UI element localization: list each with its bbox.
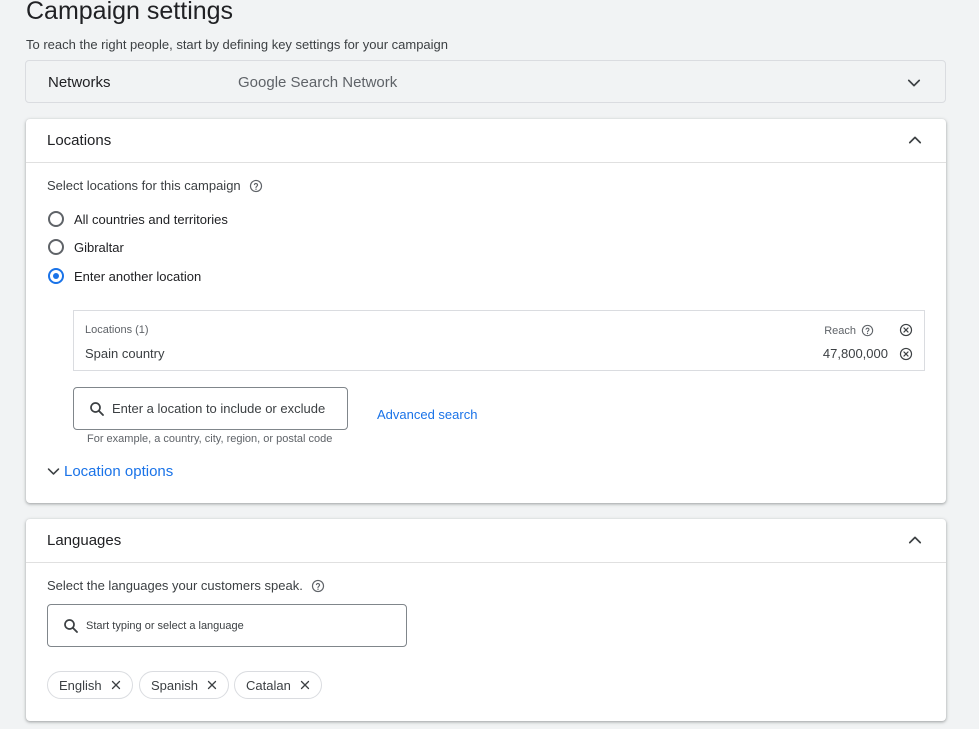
- chevron-down-icon: [47, 468, 60, 475]
- close-circle-icon[interactable]: [899, 347, 913, 361]
- reach-header: Reach: [824, 324, 874, 337]
- help-icon[interactable]: [249, 179, 263, 193]
- networks-label: Networks: [48, 74, 111, 91]
- radio-label: Gibraltar: [74, 239, 124, 255]
- radio-button[interactable]: [48, 211, 64, 227]
- location-search-box[interactable]: [73, 387, 348, 430]
- reach-label: Reach: [824, 324, 856, 337]
- radio-label: All countries and territories: [74, 211, 228, 227]
- language-chip-catalan: Catalan: [234, 671, 322, 699]
- chip-label: English: [59, 677, 102, 693]
- languages-prompt-text: Select the languages your customers spea…: [47, 578, 303, 593]
- close-icon[interactable]: [299, 679, 311, 691]
- language-chip-spanish: Spanish: [139, 671, 229, 699]
- close-icon[interactable]: [110, 679, 122, 691]
- close-icon[interactable]: [206, 679, 218, 691]
- language-chip-english: English: [47, 671, 133, 699]
- help-icon[interactable]: [861, 324, 874, 337]
- language-search-box[interactable]: [47, 604, 407, 647]
- search-icon: [64, 619, 78, 633]
- locations-prompt: Select locations for this campaign: [47, 178, 263, 193]
- languages-prompt: Select the languages your customers spea…: [47, 578, 325, 593]
- help-icon[interactable]: [311, 579, 325, 593]
- close-circle-icon[interactable]: [899, 323, 913, 337]
- page-title: Campaign settings: [26, 0, 234, 25]
- language-search-input[interactable]: [86, 605, 396, 646]
- radio-button-checked[interactable]: [48, 268, 64, 284]
- radio-button[interactable]: [48, 239, 64, 255]
- networks-value: Google Search Network: [238, 74, 398, 91]
- networks-panel[interactable]: Networks Google Search Network: [25, 60, 946, 103]
- locations-card: Locations Select locations for this camp…: [26, 119, 946, 503]
- chip-label: Catalan: [246, 677, 291, 693]
- radio-label: Enter another location: [74, 268, 202, 284]
- languages-title: Languages: [47, 532, 122, 549]
- chevron-up-icon[interactable]: [906, 131, 924, 149]
- locations-count-label: Locations (1): [85, 324, 149, 336]
- location-row-reach: 47,800,000: [822, 346, 888, 361]
- radio-all-countries[interactable]: All countries and territories: [48, 211, 228, 227]
- locations-prompt-text: Select locations for this campaign: [47, 178, 241, 193]
- location-options-label: Location options: [64, 463, 174, 480]
- location-options-toggle[interactable]: Location options: [45, 463, 173, 480]
- radio-gibraltar[interactable]: Gibraltar: [48, 239, 124, 255]
- advanced-search-link[interactable]: Advanced search: [377, 407, 477, 422]
- selected-locations-table: Locations (1) Reach Spain country 47,800…: [73, 310, 925, 371]
- location-search-input[interactable]: [112, 388, 342, 429]
- chip-label: Spanish: [151, 677, 198, 693]
- locations-header[interactable]: Locations: [26, 119, 946, 163]
- languages-header[interactable]: Languages: [26, 519, 946, 563]
- search-icon: [90, 402, 104, 416]
- languages-card: Languages Select the languages your cust…: [26, 519, 946, 721]
- chevron-down-icon[interactable]: [905, 74, 923, 92]
- location-row-name: Spain country: [85, 346, 165, 361]
- location-search-hint: For example, a country, city, region, or…: [87, 433, 333, 445]
- radio-another-location[interactable]: Enter another location: [48, 268, 201, 284]
- page-subtitle: To reach the right people, start by defi…: [26, 37, 449, 52]
- chevron-up-icon[interactable]: [906, 531, 924, 549]
- locations-title: Locations: [47, 132, 112, 149]
